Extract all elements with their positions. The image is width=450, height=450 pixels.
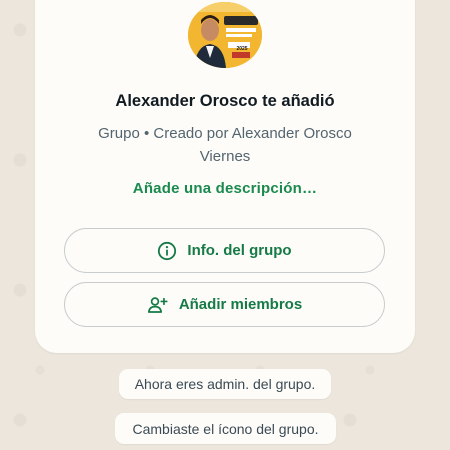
group-created-day: Viernes bbox=[199, 148, 251, 165]
group-meta: Grupo • Creado por Alexander Orosco Vier… bbox=[0, 122, 450, 168]
avatar-year-text: 2025 bbox=[236, 46, 247, 52]
add-members-button[interactable]: Añadir miembros bbox=[64, 282, 385, 327]
system-message-admin: Ahora eres admin. del grupo. bbox=[119, 369, 331, 399]
group-creator-line: Grupo • Creado por Alexander Orosco bbox=[98, 125, 352, 142]
person-add-icon bbox=[147, 295, 169, 315]
group-info-label: Info. del grupo bbox=[187, 242, 292, 259]
info-circle-icon bbox=[157, 241, 177, 261]
system-message-icon-changed: Cambiaste el ícono del grupo. bbox=[115, 413, 336, 444]
add-members-label: Añadir miembros bbox=[178, 296, 303, 313]
add-description-link[interactable]: Añade una descripción… bbox=[0, 180, 450, 197]
group-added-title: Alexander Orosco te añadió bbox=[115, 92, 335, 110]
group-avatar[interactable]: 2025 bbox=[188, 2, 262, 68]
group-avatar-image: 2025 bbox=[188, 2, 262, 68]
group-info-button[interactable]: Info. del grupo bbox=[64, 228, 385, 273]
